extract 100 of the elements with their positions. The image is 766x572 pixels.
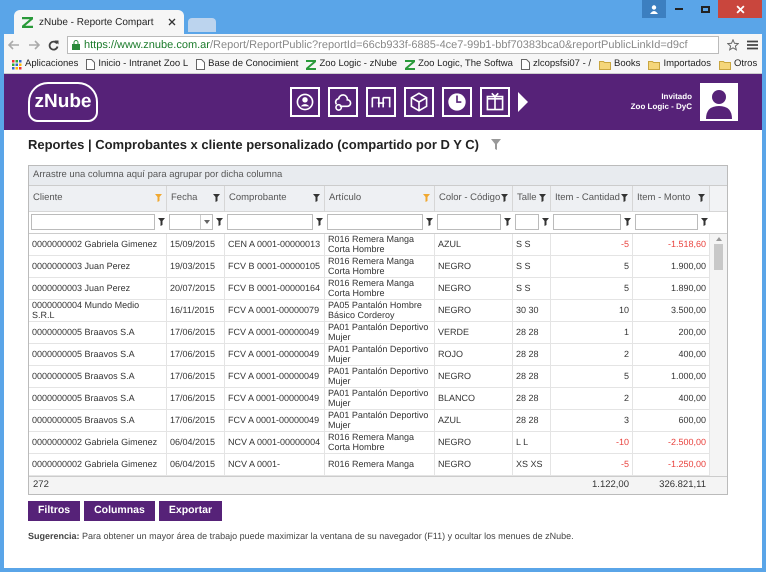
filter-field[interactable] <box>31 214 155 230</box>
filter-icon[interactable] <box>542 218 549 226</box>
table-cell: PA01 Pantalón Deportivo Mujer <box>325 344 435 366</box>
column-header[interactable]: Item - Cantidad <box>551 186 633 212</box>
filter-field[interactable] <box>327 214 423 230</box>
bookmark-item[interactable]: Aplicaciones <box>8 57 82 72</box>
table-cell: R016 Remera Manga Corta Hombre <box>325 278 435 300</box>
table-cell: -5 <box>551 234 633 256</box>
clock-icon[interactable] <box>442 87 472 117</box>
filter-field[interactable] <box>437 214 501 230</box>
column-header[interactable]: Comprobante <box>225 186 325 212</box>
date-filter-field[interactable] <box>169 214 213 230</box>
filter-field[interactable] <box>635 214 698 230</box>
filter-icon[interactable] <box>213 194 220 202</box>
table-cell: NCV A 0001-00000004 <box>225 432 325 454</box>
table-cell: 19/03/2015 <box>167 256 225 278</box>
table-cell: 28 28 <box>513 322 551 344</box>
filter-icon[interactable] <box>539 194 546 202</box>
table-cell: 0000000002 Gabriela Gimenez <box>29 234 167 256</box>
bookmark-item[interactable]: Base de Conocimient <box>192 57 302 72</box>
table-cell: 1 <box>551 322 633 344</box>
table-cell: 17/06/2015 <box>167 344 225 366</box>
caret-icon[interactable] <box>204 220 210 224</box>
z-logo-icon <box>306 60 316 70</box>
filter-icon[interactable] <box>158 218 165 226</box>
filter-icon[interactable] <box>621 194 628 202</box>
row-count: 272 <box>32 478 50 492</box>
table-cell: FCV A 0001-00000079 <box>225 300 325 322</box>
address-bar[interactable]: https://www.znube.com.ar/Report/ReportPublic?reportId=66cb933f-6885-4ce7-99b1-bbf70383bca0&reportPublicLinkId=d9cf <box>67 36 719 54</box>
cloud-gear-icon[interactable] <box>328 87 358 117</box>
bookmark-item[interactable]: Inicio - Intranet Zoo L <box>82 57 192 72</box>
bookmark-item[interactable]: Importados <box>644 57 715 72</box>
person-cycle-icon[interactable] <box>290 87 320 117</box>
close-icon[interactable] <box>168 18 176 26</box>
bookmark-item[interactable]: Otros <box>714 57 762 72</box>
filter-icon[interactable] <box>216 218 223 226</box>
table-cell: 5 <box>551 366 633 388</box>
table-cell: FCV A 0001-00000049 <box>225 366 325 388</box>
column-header[interactable]: Fecha <box>167 186 225 212</box>
table-cell: FCV A 0001-00000049 <box>225 410 325 432</box>
bookmark-item[interactable]: Zoo Logic - zNube <box>302 57 402 72</box>
table-cell: 16/11/2015 <box>167 300 225 322</box>
scroll-up-icon[interactable] <box>716 236 722 240</box>
table-cell: S S <box>513 234 551 256</box>
table-cell: -10 <box>551 432 633 454</box>
table-cell: 17/06/2015 <box>167 322 225 344</box>
transfer-icon[interactable] <box>366 87 396 117</box>
column-header[interactable]: Item - Monto <box>633 186 710 212</box>
table-cell: 17/06/2015 <box>167 410 225 432</box>
cube-icon[interactable] <box>404 87 434 117</box>
hint-text: Sugerencia: Para obtener un mayor área de trabajo puede maximizar la ventana de su navegador (F11) y ocultar los menues de zNube. <box>28 530 575 543</box>
table-cell: 17/06/2015 <box>167 366 225 388</box>
table-cell: R016 Remera Manga Corta Hombre <box>325 256 435 278</box>
column-header[interactable]: Artículo <box>325 186 435 212</box>
avatar-placeholder[interactable] <box>700 83 738 121</box>
close-button[interactable] <box>718 0 762 18</box>
filter-icon[interactable] <box>313 194 320 202</box>
gift-icon[interactable] <box>480 87 510 117</box>
table-cell: 28 28 <box>513 344 551 366</box>
bookmark-item[interactable]: zlcopsfsi07 - / <box>516 57 596 72</box>
filter-icon[interactable] <box>501 194 508 202</box>
table-cell: 17/06/2015 <box>167 388 225 410</box>
filter-field[interactable] <box>227 214 313 230</box>
url-path: /Report/ReportPublic?reportId=66cb933f-6885-4ce7-99b1-bbf70383bca0&reportPublicLinkId=d9cf <box>210 38 688 51</box>
bookmark-item[interactable]: Zoo Logic, The Softwa <box>401 57 517 72</box>
menu-icon[interactable] <box>747 40 758 50</box>
star-icon[interactable] <box>727 39 739 51</box>
table-cell: 2 <box>551 344 633 366</box>
znube-logo[interactable]: zNube <box>28 82 98 122</box>
filter-icon[interactable] <box>504 218 511 226</box>
scrollbar[interactable] <box>710 234 727 476</box>
column-header[interactable]: Talle <box>513 186 551 212</box>
scrollbar-thumb[interactable] <box>714 244 723 270</box>
action-button[interactable]: Exportar <box>158 500 222 520</box>
bookmark-item[interactable]: Books <box>595 57 644 72</box>
table-cell: 10 <box>551 300 633 322</box>
filter-icon[interactable] <box>316 218 323 226</box>
table-cell: R016 Remera Manga Corta Hombre <box>325 234 435 256</box>
column-header[interactable]: Cliente <box>29 186 167 212</box>
table-cell: FCV A 0001-00000049 <box>225 388 325 410</box>
reload-icon[interactable] <box>48 40 59 50</box>
table-cell: PA01 Pantalón Deportivo Mujer <box>325 366 435 388</box>
total-cantidad: 1.122,00 <box>591 478 630 492</box>
next-arrow-icon[interactable] <box>518 92 528 112</box>
table-cell: FCV A 0001-00000049 <box>225 322 325 344</box>
browser-tab[interactable]: zNube - Reporte Compart <box>14 10 184 34</box>
filter-field[interactable] <box>515 214 539 230</box>
filter-icon[interactable] <box>698 194 705 202</box>
table-cell: L L <box>513 432 551 454</box>
table-cell: AZUL <box>435 234 513 256</box>
table-cell: PA01 Pantalón Deportivo Mujer <box>325 322 435 344</box>
action-button[interactable]: Columnas <box>84 500 155 520</box>
column-header[interactable]: Color - Código <box>435 186 513 212</box>
page-icon <box>520 59 530 70</box>
filter-field[interactable] <box>553 214 621 230</box>
filter-icon[interactable] <box>701 218 708 226</box>
filter-icon[interactable] <box>426 218 433 226</box>
action-button[interactable]: Filtros <box>28 500 80 520</box>
user-icon[interactable] <box>642 0 666 18</box>
filter-icon[interactable] <box>624 218 631 226</box>
